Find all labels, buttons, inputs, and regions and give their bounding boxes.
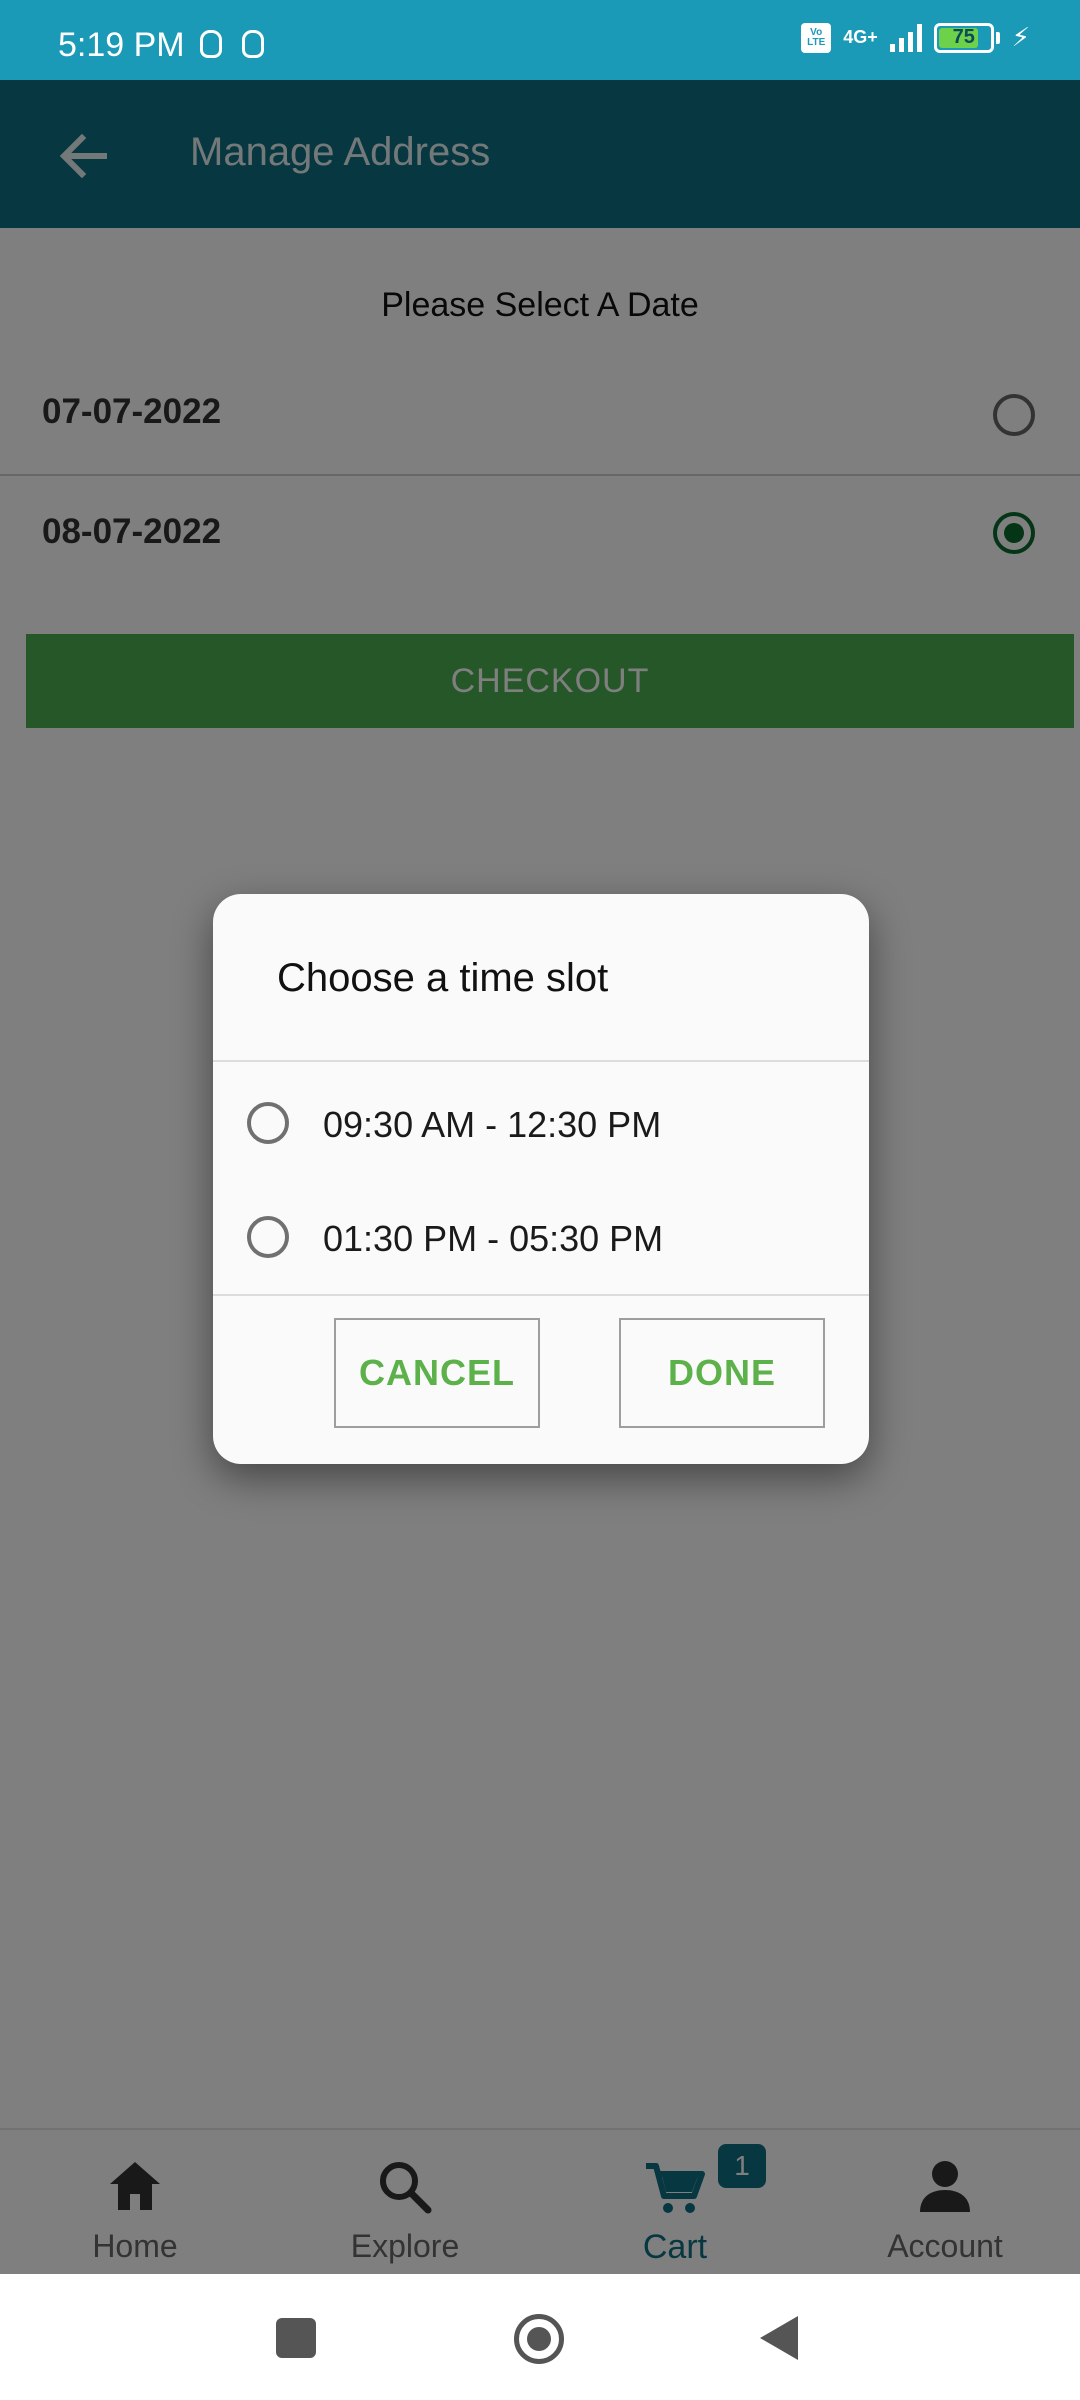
network-type: 4G+ xyxy=(843,27,878,47)
time-slot-dialog: Choose a time slot 09:30 AM - 12:30 PM 0… xyxy=(213,894,869,1464)
status-time: 5:19 PM xyxy=(58,26,185,64)
done-button[interactable]: DONE xyxy=(619,1318,825,1428)
home-button[interactable] xyxy=(514,2314,564,2364)
divider xyxy=(213,1294,869,1296)
notification-icon xyxy=(200,30,222,58)
system-nav-bar xyxy=(0,2274,1080,2400)
time-slot-radio[interactable] xyxy=(247,1216,289,1258)
battery-icon: 75 xyxy=(933,22,994,53)
time-slot-option[interactable]: 09:30 AM - 12:30 PM xyxy=(213,1068,869,1178)
notification-icons xyxy=(200,30,264,58)
notification-icon xyxy=(242,30,264,58)
status-indicators: Vo LTE 4G+ 75 ⚡ xyxy=(801,22,1030,53)
time-slot-label: 09:30 AM - 12:30 PM xyxy=(323,1104,662,1145)
status-bar: 5:19 PM Vo LTE 4G+ 75 ⚡ xyxy=(0,0,1080,80)
system-back-button[interactable] xyxy=(760,2316,798,2360)
divider xyxy=(213,1060,869,1062)
volte-icon: Vo LTE xyxy=(801,22,832,53)
charging-icon: ⚡ xyxy=(1011,22,1030,52)
recent-apps-button[interactable] xyxy=(276,2318,316,2358)
time-slot-option[interactable]: 01:30 PM - 05:30 PM xyxy=(213,1182,869,1292)
dialog-title: Choose a time slot xyxy=(277,956,609,1000)
signal-icon xyxy=(889,23,922,52)
time-slot-label: 01:30 PM - 05:30 PM xyxy=(323,1218,664,1259)
time-slot-radio[interactable] xyxy=(247,1102,289,1144)
battery-level: 75 xyxy=(952,26,975,48)
cancel-button[interactable]: CANCEL xyxy=(334,1318,540,1428)
